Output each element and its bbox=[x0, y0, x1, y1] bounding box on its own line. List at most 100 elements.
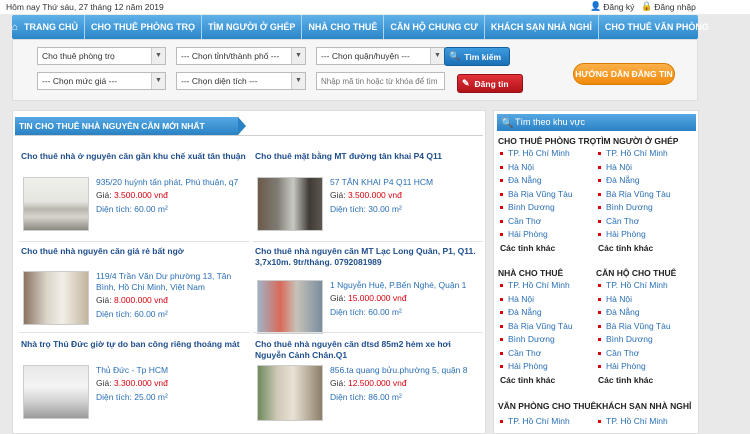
region-link[interactable]: Bà Rịa Vũng Tàu bbox=[596, 320, 696, 334]
more-regions-link[interactable]: Các tỉnh khác bbox=[498, 374, 598, 387]
region-link[interactable]: Bà Rịa Vũng Tàu bbox=[498, 320, 598, 334]
listing-area: Diện tích: 60.00 m² bbox=[96, 204, 168, 214]
listing-address: 57 TÂN KHAI P4 Q11 HCM bbox=[330, 177, 434, 187]
more-regions-link[interactable]: Các tỉnh khác bbox=[596, 374, 696, 387]
main-nav: ⌂ TRANG CHỦ CHO THUÊ PHÒNG TRỌ TÌM NGƯỜI… bbox=[12, 15, 709, 39]
region-link[interactable]: Hải Phòng bbox=[596, 228, 696, 242]
province-select[interactable]: --- Chọn tỉnh/thành phố --- ▼ bbox=[176, 47, 306, 65]
region-link[interactable]: TP. Hồ Chí Minh bbox=[596, 415, 696, 429]
nav-home[interactable]: TRANG CHỦ bbox=[18, 15, 86, 39]
region-sidebar: 🔍 Tìm theo khu vực CHO THUÊ PHÒNG TRỌ TP… bbox=[493, 110, 699, 434]
user-add-icon: 👤 bbox=[590, 1, 602, 11]
area-select[interactable]: --- Chọn diện tích --- ▼ bbox=[176, 72, 306, 90]
chevron-down-icon: ▼ bbox=[151, 48, 165, 64]
login-link[interactable]: 🔒 Đăng nhập bbox=[641, 1, 696, 12]
nav-offices[interactable]: CHO THUÊ VĂN PHÒNG bbox=[599, 15, 715, 39]
region-link[interactable]: Cần Thơ bbox=[498, 347, 598, 361]
nav-houses[interactable]: NHÀ CHO THUÊ bbox=[302, 15, 385, 39]
region-link[interactable]: TP. Hồ Chí Minh bbox=[498, 147, 598, 161]
region-link[interactable]: Đà Nẵng bbox=[596, 306, 696, 320]
listing-item[interactable]: Cho thuê nhà nguyên căn dtsd 85m2 hẻm xe… bbox=[255, 339, 483, 434]
register-link[interactable]: 👤 Đăng ký bbox=[590, 1, 634, 12]
search-icon: 🔍 bbox=[449, 51, 461, 61]
divider bbox=[15, 135, 483, 136]
divider bbox=[253, 332, 483, 333]
region-link[interactable]: Hải Phòng bbox=[596, 360, 696, 374]
listing-title[interactable]: Nhà trọ Thủ Đức giờ tự do ban công riêng… bbox=[21, 339, 249, 350]
listing-title[interactable]: Cho thuê nhà nguyên căn giá rẻ bất ngờ bbox=[21, 246, 249, 257]
region-link[interactable]: Bình Dương bbox=[498, 333, 598, 347]
sidebar-heading: 🔍 Tìm theo khu vực bbox=[497, 114, 696, 131]
group-title[interactable]: CĂN HỘ CHO THUÊ bbox=[596, 267, 696, 279]
divider bbox=[19, 332, 249, 333]
region-link[interactable]: TP. Hồ Chí Minh bbox=[596, 147, 696, 161]
chevron-down-icon: ▼ bbox=[430, 48, 444, 64]
listing-area: Diện tích: 30.00 m² bbox=[330, 204, 402, 214]
listing-address: Thủ Đức - Tp HCM bbox=[96, 365, 169, 375]
group-title[interactable]: NHÀ CHO THUÊ bbox=[498, 267, 598, 279]
price-select[interactable]: --- Chọn mức giá --- ▼ bbox=[37, 72, 166, 90]
listing-item[interactable]: Cho thuê nhà ở nguyên căn gần khu chế xu… bbox=[21, 151, 249, 246]
listing-price: Giá: 12.500.000 vnđ bbox=[330, 378, 407, 388]
category-select[interactable]: Cho thuê phòng trọ ▼ bbox=[37, 47, 166, 65]
listing-item[interactable]: Cho thuê nhà nguyên căn MT Lạc Long Quân… bbox=[255, 246, 483, 341]
listing-item[interactable]: Cho thuê nhà nguyên căn giá rẻ bất ngờ 1… bbox=[21, 246, 249, 341]
listing-item[interactable]: Cho thuê mặt bằng MT đường tân khai P4 Q… bbox=[255, 151, 483, 246]
region-link[interactable]: Hà Nội bbox=[498, 293, 598, 307]
listing-price: Giá: 8.000.000 vnđ bbox=[96, 295, 168, 305]
listing-thumbnail[interactable] bbox=[23, 177, 89, 231]
listing-title[interactable]: Cho thuê nhà nguyên căn MT Lạc Long Quân… bbox=[255, 246, 483, 268]
region-link[interactable]: Hà Nội bbox=[596, 293, 696, 307]
region-link[interactable]: TP. Hồ Chí Minh bbox=[498, 279, 598, 293]
region-link[interactable]: Đà Nẵng bbox=[596, 174, 696, 188]
listing-area: Diện tích: 60.00 m² bbox=[330, 307, 402, 317]
search-button[interactable]: 🔍 Tìm kiếm bbox=[444, 47, 510, 66]
region-link[interactable]: Cần Thơ bbox=[498, 215, 598, 229]
region-link[interactable]: Bình Dương bbox=[498, 201, 598, 215]
listing-item[interactable]: Nhà trọ Thủ Đức giờ tự do ban công riêng… bbox=[21, 339, 249, 434]
nav-roommate[interactable]: TÌM NGƯỜI Ở GHÉP bbox=[202, 15, 303, 39]
listing-thumbnail[interactable] bbox=[257, 280, 323, 334]
nav-apartments[interactable]: CĂN HỘ CHUNG CƯ bbox=[384, 15, 485, 39]
region-link[interactable]: Bà Rịa Vũng Tàu bbox=[596, 188, 696, 202]
more-regions-link[interactable]: Các tỉnh khác bbox=[596, 242, 696, 255]
region-link[interactable]: Đà Nẵng bbox=[498, 306, 598, 320]
listing-area: Diện tích: 60.00 m² bbox=[96, 309, 168, 319]
region-link[interactable]: TP. Hồ Chí Minh bbox=[498, 415, 598, 429]
region-link[interactable]: Hà Nội bbox=[498, 161, 598, 175]
group-title[interactable]: KHÁCH SẠN NHÀ NGHỈ bbox=[596, 400, 696, 412]
listing-title[interactable]: Cho thuê nhà nguyên căn dtsd 85m2 hẻm xe… bbox=[255, 339, 483, 361]
listing-title[interactable]: Cho thuê mặt bằng MT đường tân khai P4 Q… bbox=[255, 151, 483, 162]
group-title[interactable]: CHO THUÊ PHÒNG TRỌ bbox=[498, 135, 598, 147]
listing-price: Giá: 3.300.000 vnđ bbox=[96, 378, 168, 388]
keyword-input[interactable] bbox=[316, 72, 445, 90]
listing-price: Giá: 3.500.000 vnđ bbox=[330, 190, 402, 200]
region-link[interactable]: Bình Dương bbox=[596, 201, 696, 215]
district-select[interactable]: --- Chọn quận/huyện --- ▼ bbox=[316, 47, 445, 65]
region-link[interactable]: Cần Thơ bbox=[596, 215, 696, 229]
region-group-offices: VĂN PHÒNG CHO THUÊ TP. Hồ Chí Minh bbox=[498, 400, 598, 429]
region-link[interactable]: Cần Thơ bbox=[596, 347, 696, 361]
listing-thumbnail[interactable] bbox=[257, 365, 323, 421]
region-link[interactable]: TP. Hồ Chí Minh bbox=[596, 279, 696, 293]
top-bar: Hôm nay Thứ sáu, 27 tháng 12 năm 2019 👤 … bbox=[0, 0, 750, 14]
group-title[interactable]: TÌM NGƯỜI Ở GHÉP bbox=[596, 135, 696, 147]
listing-thumbnail[interactable] bbox=[23, 271, 89, 325]
listing-title[interactable]: Cho thuê nhà ở nguyên căn gần khu chế xu… bbox=[21, 151, 249, 162]
nav-hotels[interactable]: KHÁCH SẠN NHÀ NGHỈ bbox=[485, 15, 599, 39]
guide-button[interactable]: HƯỚNG DẪN ĐĂNG TIN bbox=[573, 63, 675, 85]
group-title[interactable]: VĂN PHÒNG CHO THUÊ bbox=[498, 400, 598, 412]
listing-price: Giá: 15.000.000 vnđ bbox=[330, 293, 407, 303]
region-link[interactable]: Bà Rịa Vũng Tàu bbox=[498, 188, 598, 202]
listing-thumbnail[interactable] bbox=[23, 365, 89, 419]
region-link[interactable]: Hà Nội bbox=[596, 161, 696, 175]
region-link[interactable]: Đà Nẵng bbox=[498, 174, 598, 188]
divider bbox=[253, 241, 483, 242]
listing-thumbnail[interactable] bbox=[257, 177, 323, 231]
region-link[interactable]: Bình Dương bbox=[596, 333, 696, 347]
more-regions-link[interactable]: Các tỉnh khác bbox=[498, 242, 598, 255]
post-button[interactable]: ✎ Đăng tin bbox=[457, 74, 523, 93]
region-link[interactable]: Hải Phòng bbox=[498, 360, 598, 374]
nav-rooms[interactable]: CHO THUÊ PHÒNG TRỌ bbox=[85, 15, 203, 39]
region-link[interactable]: Hải Phòng bbox=[498, 228, 598, 242]
